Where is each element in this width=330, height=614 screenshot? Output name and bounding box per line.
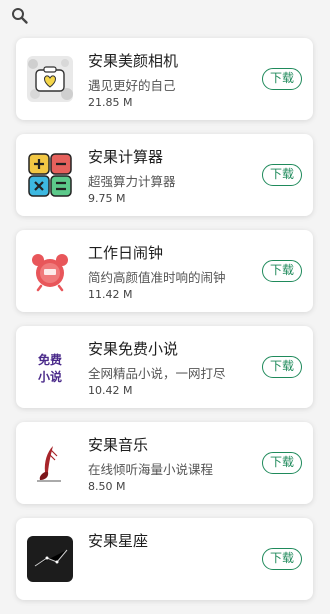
app-size: 9.75 M <box>88 192 126 205</box>
download-button[interactable]: 下载 <box>262 68 302 90</box>
novel-icon-line2: 小说 <box>38 369 62 384</box>
app-title: 安果计算器 <box>88 148 164 166</box>
camera-icon <box>27 56 73 102</box>
app-title: 安果星座 <box>88 532 149 550</box>
download-button[interactable]: 下载 <box>262 548 302 570</box>
download-button[interactable]: 下载 <box>262 356 302 378</box>
app-list: 安果美颜相机 遇见更好的自己 21.85 M 下载 安果计算器 超强算力计算器 … <box>16 38 313 614</box>
search-icon <box>12 8 28 24</box>
download-button[interactable]: 下载 <box>262 260 302 282</box>
app-description: 全网精品小说，一网打尽 <box>88 366 226 381</box>
novel-icon-line1: 免费 <box>38 352 62 367</box>
music-quill-icon <box>27 440 73 486</box>
alarm-clock-icon <box>27 248 73 294</box>
app-size: 21.85 M <box>88 96 133 109</box>
app-card-alarm[interactable]: 工作日闹钟 简约高颜值准时响的闹钟 11.42 M 下载 <box>16 230 313 312</box>
app-card-novel[interactable]: 免费 小说 安果免费小说 全网精品小说，一网打尽 10.42 M 下载 <box>16 326 313 408</box>
app-title: 安果免费小说 <box>88 340 179 358</box>
app-description: 遇见更好的自己 <box>88 78 176 93</box>
app-card-camera[interactable]: 安果美颜相机 遇见更好的自己 21.85 M 下载 <box>16 38 313 120</box>
download-button[interactable]: 下载 <box>262 164 302 186</box>
calculator-icon <box>27 152 73 198</box>
app-title: 安果音乐 <box>88 436 149 454</box>
search-button[interactable] <box>10 6 30 26</box>
app-title: 工作日闹钟 <box>88 244 164 262</box>
app-description: 超强算力计算器 <box>88 174 176 189</box>
app-title: 安果美颜相机 <box>88 52 179 70</box>
novel-book-icon: 免费 小说 <box>27 344 73 390</box>
app-card-music[interactable]: 安果音乐 在线倾听海量小说课程 8.50 M 下载 <box>16 422 313 504</box>
app-description: 简约高颜值准时响的闹钟 <box>88 270 226 285</box>
constellation-icon <box>27 536 73 582</box>
app-card-calculator[interactable]: 安果计算器 超强算力计算器 9.75 M 下载 <box>16 134 313 216</box>
download-button[interactable]: 下载 <box>262 452 302 474</box>
app-size: 8.50 M <box>88 480 126 493</box>
app-description: 在线倾听海量小说课程 <box>88 462 214 477</box>
app-size: 11.42 M <box>88 288 133 301</box>
app-size: 10.42 M <box>88 384 133 397</box>
app-card-constellation[interactable]: 安果星座 下载 <box>16 518 313 600</box>
